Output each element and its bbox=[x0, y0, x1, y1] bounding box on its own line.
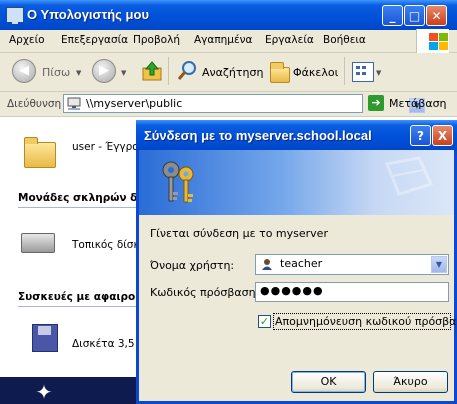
section-divider bbox=[18, 306, 136, 307]
username-dropdown-icon[interactable]: ▼ bbox=[431, 256, 447, 273]
computer-icon bbox=[6, 7, 24, 24]
username-label: Όνομα χρήστη: bbox=[150, 259, 235, 272]
folders-icon[interactable] bbox=[270, 62, 290, 83]
local-disk-item[interactable]: Τοπικός δίσκο bbox=[72, 239, 146, 251]
password-value: ●●●●●● bbox=[260, 284, 324, 297]
connect-dialog: Σύνδεση με το myserver.school.local ? X … bbox=[136, 120, 457, 404]
removable-devices-heading: Συσκευές με αφαιρού bbox=[18, 291, 143, 303]
views-dropdown-icon[interactable]: ▼ bbox=[376, 69, 381, 77]
hard-drive-icon[interactable] bbox=[21, 233, 55, 253]
menu-file[interactable]: Αρχείο bbox=[9, 34, 45, 46]
window-title: Ο Υπολογιστής μου bbox=[27, 7, 150, 22]
menu-help[interactable]: Βοήθεια bbox=[323, 34, 366, 46]
views-icon[interactable] bbox=[352, 62, 374, 82]
back-arrow-icon[interactable]: ◀ bbox=[12, 59, 36, 83]
dialog-banner bbox=[139, 150, 454, 215]
menu-view[interactable]: Προβολή bbox=[133, 34, 180, 46]
star-icon: ✦ bbox=[35, 380, 53, 404]
remember-password-checkbox[interactable]: ✓ bbox=[258, 315, 271, 328]
up-folder-icon[interactable] bbox=[141, 60, 163, 82]
section-divider bbox=[18, 207, 136, 208]
toolbar-divider bbox=[168, 57, 169, 85]
folder-icon[interactable] bbox=[24, 137, 56, 168]
forward-dropdown-icon[interactable]: ▼ bbox=[121, 69, 126, 77]
remember-password-label[interactable]: Απομνημόνευση κωδικού πρόσβασης bbox=[275, 315, 457, 328]
username-value: teacher bbox=[280, 257, 323, 270]
go-button-label[interactable]: Μετάβαση bbox=[389, 97, 447, 110]
address-field[interactable]: \\myserver\public ▼ bbox=[63, 94, 425, 113]
folders-button-label[interactable]: Φάκελοι bbox=[293, 66, 338, 79]
forward-arrow-icon[interactable]: ▶ bbox=[92, 59, 116, 83]
back-dropdown-icon[interactable]: ▼ bbox=[76, 69, 81, 77]
floppy-disk-icon[interactable] bbox=[32, 324, 58, 352]
menu-tools[interactable]: Εργαλεία bbox=[265, 34, 314, 46]
minimize-button[interactable]: _ bbox=[382, 5, 403, 26]
menu-edit[interactable]: Επεξεργασία bbox=[61, 34, 128, 46]
dialog-titlebar[interactable]: Σύνδεση με το myserver.school.local ? X bbox=[136, 120, 457, 150]
search-button-label[interactable]: Αναζήτηση bbox=[202, 66, 263, 79]
connecting-text: Γίνεται σύνδεση με το myserver bbox=[150, 227, 328, 240]
hard-disks-heading: Μονάδες σκληρών δί bbox=[18, 192, 142, 204]
toolbar-divider-2 bbox=[344, 57, 345, 85]
network-folder-icon bbox=[67, 97, 81, 110]
address-bar: Διεύθυνση \\myserver\public ▼ ➔ Μετάβαση bbox=[0, 92, 457, 117]
dialog-close-button[interactable]: X bbox=[432, 125, 453, 146]
search-icon[interactable] bbox=[176, 60, 198, 82]
password-label: Κωδικός πρόσβασης: bbox=[150, 286, 266, 299]
username-combobox[interactable]: teacher ▼ bbox=[255, 254, 449, 275]
close-button[interactable]: ✕ bbox=[426, 5, 447, 26]
maximize-button[interactable]: □ bbox=[404, 5, 425, 26]
go-arrow-icon[interactable]: ➔ bbox=[368, 95, 384, 111]
menu-bar: Αρχείο Επεξεργασία Προβολή Αγαπημένα Εργ… bbox=[0, 30, 457, 53]
user-icon bbox=[261, 258, 273, 270]
menu-favorites[interactable]: Αγαπημένα bbox=[194, 34, 252, 46]
address-label: Διεύθυνση bbox=[7, 98, 62, 110]
banner-watermark-icon bbox=[379, 154, 439, 212]
cancel-button[interactable]: Άκυρο bbox=[373, 371, 448, 393]
keys-icon bbox=[159, 160, 199, 206]
dialog-title: Σύνδεση με το myserver.school.local bbox=[144, 128, 372, 143]
ok-button[interactable]: OK bbox=[291, 371, 366, 393]
back-label[interactable]: Πίσω bbox=[42, 66, 70, 79]
floppy-item[interactable]: Δισκέτα 3,5 ( bbox=[72, 338, 142, 350]
user-documents-item[interactable]: user - Έγγρα bbox=[72, 141, 139, 153]
password-field[interactable]: ●●●●●● bbox=[255, 282, 449, 302]
explorer-titlebar[interactable]: Ο Υπολογιστής μου _ □ ✕ bbox=[0, 0, 457, 30]
windows-logo-icon bbox=[416, 29, 449, 53]
help-button[interactable]: ? bbox=[410, 125, 431, 146]
desktop-strip bbox=[0, 377, 140, 404]
toolbar: ◀ Πίσω ▼ ▶ ▼ Αναζήτηση Φάκελοι ▼ bbox=[0, 53, 457, 92]
address-value: \\myserver\public bbox=[86, 97, 183, 110]
